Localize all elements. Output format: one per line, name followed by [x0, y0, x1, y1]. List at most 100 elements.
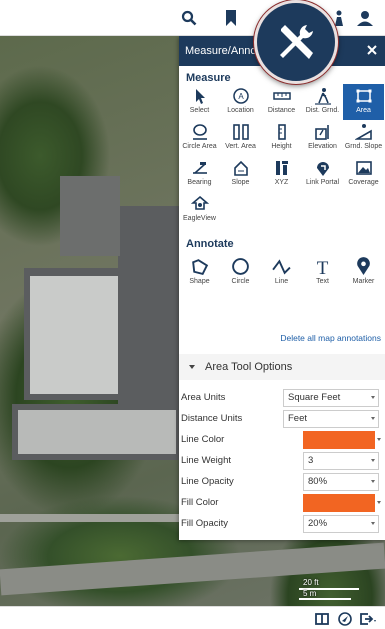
search-button[interactable]: [176, 6, 202, 30]
fill-color-picker[interactable]: [303, 494, 375, 512]
elevation-icon: [314, 125, 329, 140]
tool-vert-area[interactable]: Vert. Area: [220, 120, 261, 156]
tool-label: EagleView: [183, 215, 216, 222]
fill-opacity-label: Fill Opacity: [181, 518, 228, 529]
tool-height[interactable]: Height: [261, 120, 302, 156]
distance-units-select[interactable]: Feet: [283, 410, 379, 428]
tool-circle[interactable]: Circle: [220, 254, 261, 292]
search-icon: [181, 10, 197, 26]
dropdown-arrow-icon: [371, 480, 375, 483]
bottom-toolbar: [0, 606, 385, 629]
export-button[interactable]: [358, 610, 378, 628]
tool-label: Text: [316, 278, 329, 285]
fill-opacity-select[interactable]: 20%: [303, 515, 379, 533]
measure-tools: Select A Location Distance Dist. Grnd. Area Ci…: [179, 84, 385, 228]
tool-area[interactable]: Area: [343, 84, 384, 120]
fill-opacity-row: Fill Opacity 20%: [179, 514, 385, 534]
building-roof: [18, 410, 176, 454]
tool-select[interactable]: Select: [179, 84, 220, 120]
line-color-row: Line Color: [179, 430, 385, 450]
tool-eagleview[interactable]: EagleView: [179, 192, 220, 228]
chevron-down-icon: [189, 365, 195, 369]
shape-icon: [192, 259, 209, 275]
tool-label: Marker: [352, 278, 375, 285]
delete-annotations-link[interactable]: Delete all map annotations: [280, 333, 381, 343]
tool-dist-grnd[interactable]: Dist. Grnd.: [302, 84, 343, 120]
distance-units-value: Feet: [288, 413, 308, 424]
scale-line-meters: [299, 598, 351, 600]
ruler-icon: [272, 92, 291, 100]
measure-annotate-panel: Measure/Annot Measure Select A Location Dis…: [179, 36, 385, 540]
line-opacity-label: Line Opacity: [181, 476, 234, 487]
tool-label: Line: [274, 278, 289, 285]
tool-circle-area[interactable]: Circle Area: [179, 120, 220, 156]
split-view-button[interactable]: [312, 610, 332, 628]
dropdown-arrow-icon: [377, 438, 381, 441]
dropdown-arrow-icon: [371, 396, 375, 399]
tool-label: Select: [189, 107, 210, 114]
building-roof: [60, 176, 120, 256]
tool-label: Circle: [231, 278, 250, 285]
eagleview-icon: [190, 195, 209, 210]
bookmark-icon: [226, 10, 236, 26]
annotate-section-title: Annotate: [186, 238, 234, 250]
area-units-row: Area Units Square Feet: [179, 388, 385, 408]
navigate-button[interactable]: [335, 610, 355, 628]
tool-label: Slope: [231, 179, 250, 186]
tool-label: Coverage: [348, 179, 379, 186]
options-title: Area Tool Options: [205, 361, 293, 373]
line-opacity-value: 80%: [308, 476, 328, 487]
export-icon: [360, 613, 376, 625]
tool-label: Shape: [189, 278, 210, 285]
ground-slope-icon: [354, 124, 372, 140]
user-button[interactable]: [352, 6, 378, 30]
tool-elevation[interactable]: Elevation: [302, 120, 343, 156]
tool-bearing[interactable]: Bearing: [179, 156, 220, 192]
location-icon: A: [232, 88, 249, 104]
user-icon: [357, 11, 373, 26]
slope-icon: [233, 160, 248, 176]
walker-icon: [314, 88, 331, 105]
fill-opacity-value: 20%: [308, 518, 328, 529]
svg-text:T: T: [317, 258, 329, 276]
height-icon: [277, 124, 286, 140]
area-tool-options-toggle[interactable]: Area Tool Options: [179, 354, 385, 380]
tool-label: Vert. Area: [225, 143, 256, 150]
area-units-select[interactable]: Square Feet: [283, 389, 379, 407]
panel-title: Measure/Annot: [185, 45, 260, 57]
tool-location[interactable]: A Location: [220, 84, 261, 120]
tool-label: Elevation: [308, 143, 337, 150]
tool-link-portal[interactable]: Link Portal: [302, 156, 343, 192]
bookmark-button[interactable]: [218, 6, 244, 30]
line-color-picker[interactable]: [303, 431, 375, 449]
tool-slope[interactable]: Slope: [220, 156, 261, 192]
vertical-area-icon: [232, 124, 249, 140]
annotate-tools: Shape Circle Line T Text Marker: [179, 254, 385, 292]
close-button[interactable]: [365, 43, 379, 57]
tool-coverage[interactable]: Coverage: [343, 156, 384, 192]
line-weight-select[interactable]: 3: [303, 452, 379, 470]
tool-label: Height: [271, 143, 292, 150]
line-weight-label: Line Weight: [181, 455, 231, 466]
person-icon: [335, 10, 343, 26]
area-icon: [356, 89, 371, 103]
tools-button-callout[interactable]: [254, 0, 338, 84]
dropdown-arrow-icon: [377, 501, 381, 504]
dropdown-arrow-icon: [371, 522, 375, 525]
line-opacity-select[interactable]: 80%: [303, 473, 379, 491]
tool-text[interactable]: T Text: [302, 254, 343, 292]
tool-shape[interactable]: Shape: [179, 254, 220, 292]
scale-meters-label: 5 m: [303, 589, 317, 598]
line-color-label: Line Color: [181, 434, 225, 445]
building-roof: [118, 206, 182, 406]
tool-line[interactable]: Line: [261, 254, 302, 292]
tool-xyz[interactable]: XYZ: [261, 156, 302, 192]
link-portal-icon: [316, 162, 329, 176]
distance-units-row: Distance Units Feet: [179, 409, 385, 429]
tool-label: Grnd. Slope: [344, 143, 383, 150]
tool-distance[interactable]: Distance: [261, 84, 302, 120]
tool-grnd-slope[interactable]: Grnd. Slope: [343, 120, 384, 156]
tool-marker[interactable]: Marker: [343, 254, 384, 292]
line-weight-row: Line Weight 3: [179, 451, 385, 471]
marker-icon: [357, 257, 370, 275]
